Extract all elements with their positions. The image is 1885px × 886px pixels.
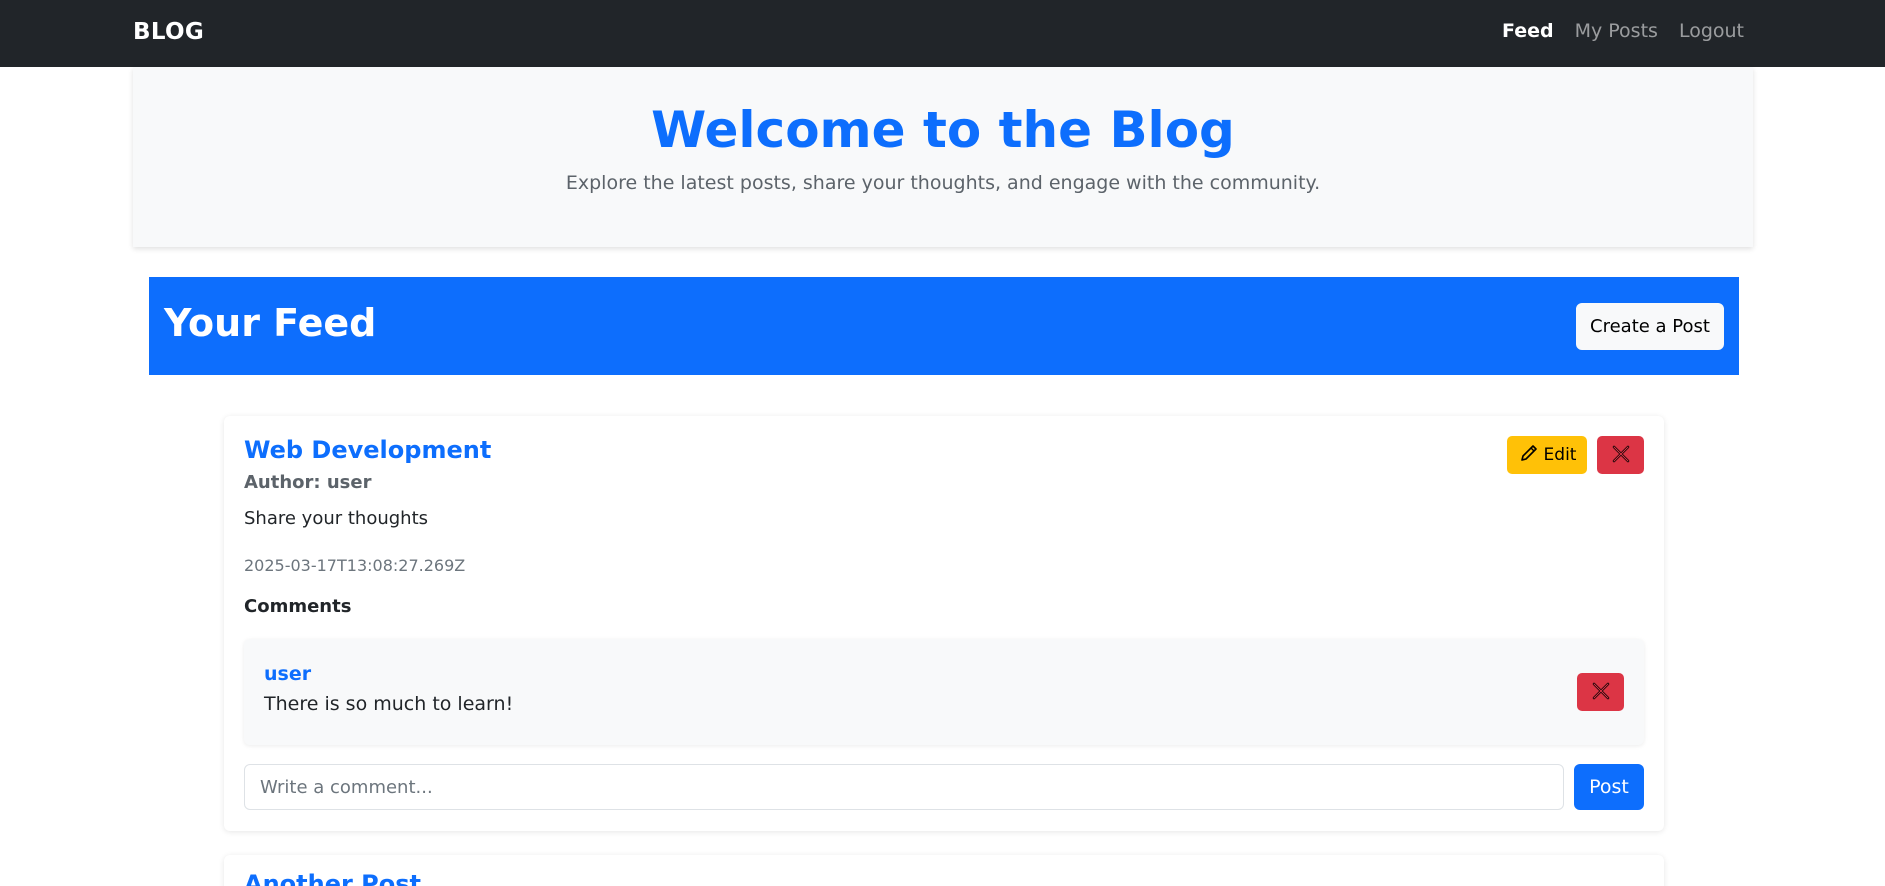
- x-icon: [1591, 681, 1611, 704]
- pencil-icon: [1518, 442, 1540, 469]
- post-timestamp: 2025-03-17T13:08:27.269Z: [244, 556, 466, 575]
- post-author: Author: user: [244, 472, 372, 493]
- post-title[interactable]: Another Post: [244, 870, 421, 886]
- nav-my-posts-link[interactable]: My Posts: [1575, 20, 1658, 42]
- post-body: Share your thoughts: [244, 508, 429, 529]
- edit-post-button[interactable]: Edit: [1507, 436, 1587, 474]
- delete-post-button[interactable]: [1597, 436, 1644, 474]
- edit-label: Edit: [1543, 445, 1577, 465]
- comment-text: There is so much to learn!: [264, 693, 514, 715]
- create-post-button[interactable]: Create a Post: [1576, 303, 1724, 350]
- hero-title: Welcome to the Blog: [651, 101, 1235, 159]
- welcome-hero: Welcome to the Blog Explore the latest p…: [133, 67, 1753, 247]
- hero-subtitle: Explore the latest posts, share your tho…: [565, 172, 1321, 194]
- post-comment-button[interactable]: Post: [1574, 764, 1644, 810]
- post-card: Another Post: [224, 855, 1664, 886]
- nav-links: Feed My Posts Logout: [1502, 20, 1744, 42]
- comments-heading: Comments: [244, 596, 352, 617]
- delete-comment-button[interactable]: [1577, 673, 1624, 711]
- x-icon: [1611, 444, 1631, 467]
- comment-author[interactable]: user: [264, 663, 311, 685]
- nav-feed-link[interactable]: Feed: [1502, 20, 1554, 42]
- brand-logo[interactable]: BLOG: [133, 19, 204, 45]
- feed-header: Your Feed Create a Post: [149, 277, 1739, 375]
- post-card: Web Development Author: user Share your …: [224, 416, 1664, 831]
- top-navbar: BLOG Feed My Posts Logout: [0, 0, 1885, 67]
- comment-input[interactable]: [244, 764, 1564, 810]
- feed-title: Your Feed: [164, 301, 377, 345]
- nav-logout-link[interactable]: Logout: [1679, 20, 1744, 42]
- comment-item: user There is so much to learn!: [244, 639, 1644, 745]
- post-title[interactable]: Web Development: [244, 436, 491, 464]
